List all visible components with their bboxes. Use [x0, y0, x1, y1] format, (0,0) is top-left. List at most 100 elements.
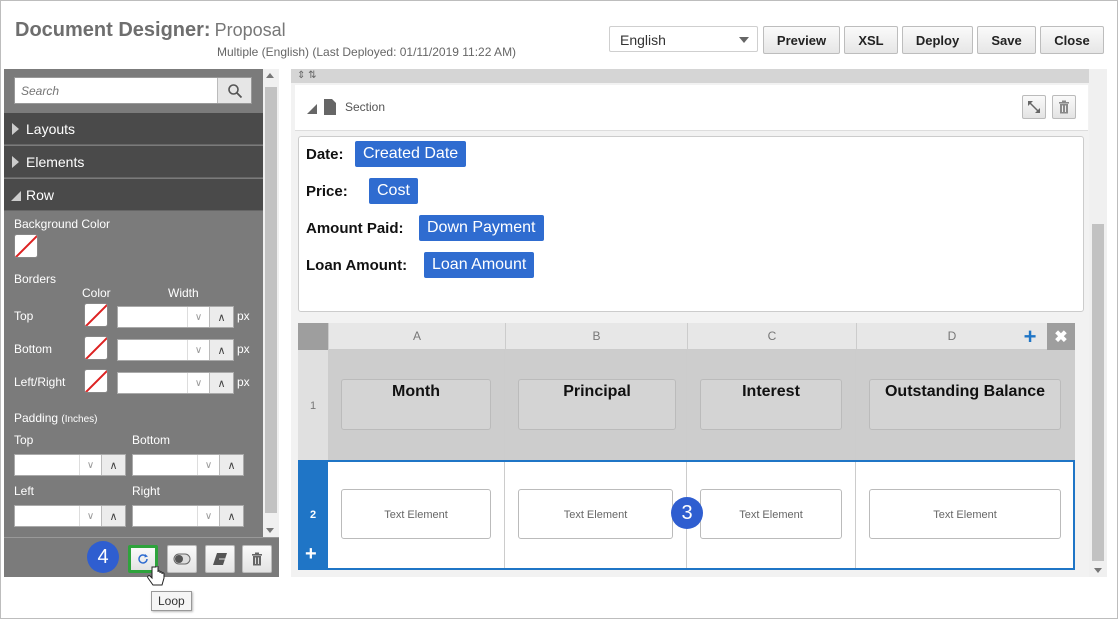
trash-icon: [1059, 100, 1069, 114]
header-cell[interactable]: Outstanding Balance: [869, 379, 1061, 430]
chevron-down-icon[interactable]: ∨: [187, 340, 209, 360]
trash-icon: [252, 552, 262, 566]
resize-section-button[interactable]: [1022, 95, 1046, 119]
border-leftright-width-stepper[interactable]: ∨ ∧: [117, 372, 234, 394]
canvas-scrollbar[interactable]: [1089, 69, 1107, 577]
caret-right-icon: [12, 123, 19, 135]
chevron-up-icon[interactable]: ∧: [101, 506, 125, 526]
background-color-swatch[interactable]: [14, 234, 38, 258]
padding-right-stepper[interactable]: ∨ ∧: [132, 505, 244, 527]
text-element-cell[interactable]: Text Element: [869, 489, 1061, 539]
delete-row-button[interactable]: [242, 545, 272, 573]
search-icon: [227, 83, 242, 98]
preview-button[interactable]: Preview: [763, 26, 840, 54]
text-element-cell[interactable]: Text Element: [518, 489, 673, 539]
canvas-top-bar: ⇕ ⇅: [291, 69, 1089, 83]
border-leftright-label: Left/Right: [14, 375, 66, 389]
padding-unit: (Inches): [61, 414, 98, 425]
text-element-cell[interactable]: Text Element: [341, 489, 491, 539]
search-input[interactable]: [15, 78, 215, 103]
loop-icon: [138, 554, 148, 564]
field-label: Amount Paid:: [306, 220, 404, 237]
chevron-down-icon: [739, 37, 749, 43]
chevron-up-icon[interactable]: ∧: [209, 373, 233, 393]
field-chip[interactable]: Created Date: [355, 141, 467, 167]
accordion-elements[interactable]: Elements: [4, 146, 263, 178]
chevron-down-icon[interactable]: ∨: [79, 506, 101, 526]
step-4-callout: 4: [87, 541, 119, 573]
scroll-down-icon[interactable]: [1094, 568, 1102, 573]
chevron-down-icon[interactable]: ∨: [79, 455, 101, 475]
field-label: Date:: [306, 146, 344, 163]
chevron-down-icon[interactable]: ∨: [197, 506, 219, 526]
delete-column-button[interactable]: ✖: [1047, 323, 1075, 350]
accordion-layouts[interactable]: Layouts: [4, 113, 263, 145]
border-bottom-color-swatch[interactable]: [84, 336, 108, 360]
clear-button[interactable]: [205, 545, 235, 573]
chevron-up-icon[interactable]: ∧: [101, 455, 125, 475]
close-button[interactable]: Close: [1040, 26, 1104, 54]
delete-section-button[interactable]: [1052, 95, 1076, 119]
border-top-color-swatch[interactable]: [84, 303, 108, 327]
add-row-icon[interactable]: +: [305, 544, 317, 564]
border-top-label: Top: [14, 309, 34, 323]
field-chip[interactable]: Cost: [369, 178, 418, 204]
add-column-icon[interactable]: +: [1021, 326, 1039, 348]
column-header-d[interactable]: D: [856, 323, 1047, 350]
field-label: Price:: [306, 183, 348, 200]
text-element-cell[interactable]: Text Element: [700, 489, 842, 539]
chevron-up-icon[interactable]: ∧: [209, 307, 233, 327]
section-header: [295, 85, 1088, 131]
accordion-row[interactable]: Row: [4, 179, 263, 211]
field-chip[interactable]: Down Payment: [419, 215, 544, 241]
table-corner: [298, 323, 328, 350]
column-header-b[interactable]: B: [505, 323, 687, 350]
scroll-up-icon[interactable]: [266, 73, 274, 78]
padding-left-stepper[interactable]: ∨ ∧: [14, 505, 126, 527]
column-header-a[interactable]: A: [328, 323, 505, 350]
border-width-label: Width: [168, 286, 199, 300]
chevron-down-icon[interactable]: ∨: [187, 307, 209, 327]
chevron-up-icon[interactable]: ∧: [209, 340, 233, 360]
sidebar-scrollbar[interactable]: [263, 69, 279, 537]
search-button[interactable]: [217, 78, 251, 103]
row-number-1[interactable]: 1: [298, 350, 328, 461]
scrollbar-thumb[interactable]: [1092, 224, 1104, 561]
scrollbar-thumb[interactable]: [265, 87, 277, 513]
scroll-down-icon[interactable]: [266, 528, 274, 533]
properties-panel: Layouts Elements Row Background Color Bo…: [4, 69, 263, 577]
chevron-down-icon[interactable]: ∨: [187, 373, 209, 393]
language-select[interactable]: English: [609, 26, 758, 52]
padding-label: Padding (Inches): [14, 411, 98, 425]
column-header-c[interactable]: C: [687, 323, 856, 350]
section-icon: [307, 99, 336, 115]
border-top-width-stepper[interactable]: ∨ ∧: [117, 306, 234, 328]
chevron-up-icon[interactable]: ∧: [219, 506, 243, 526]
background-color-label: Background Color: [14, 217, 111, 231]
language-value: English: [620, 32, 666, 48]
padding-top-stepper[interactable]: ∨ ∧: [14, 454, 126, 476]
toggle-button[interactable]: [167, 545, 197, 573]
page-title: Document Designer: Proposal: [15, 19, 286, 42]
border-bottom-width-stepper[interactable]: ∨ ∧: [117, 339, 234, 361]
border-leftright-color-swatch[interactable]: [84, 369, 108, 393]
padding-right-label: Right: [132, 484, 161, 498]
step-3-callout: 3: [671, 497, 703, 529]
caret-open-icon: [11, 191, 21, 201]
expand-collapse-icon[interactable]: ⇕ ⇅: [297, 70, 317, 81]
xsl-button[interactable]: XSL: [844, 26, 898, 54]
row-number-text: 2: [309, 509, 317, 521]
column-divider: [504, 350, 505, 461]
header-cell[interactable]: Interest: [700, 379, 842, 430]
field-chip[interactable]: Loan Amount: [424, 252, 535, 278]
chevron-up-icon[interactable]: ∧: [219, 455, 243, 475]
hand-cursor-icon: [147, 566, 165, 586]
padding-bottom-stepper[interactable]: ∨ ∧: [132, 454, 244, 476]
header-cell[interactable]: Month: [341, 379, 491, 430]
column-divider: [855, 350, 856, 461]
deploy-button[interactable]: Deploy: [902, 26, 973, 54]
save-button[interactable]: Save: [977, 26, 1036, 54]
header-cell[interactable]: Principal: [518, 379, 676, 430]
chevron-down-icon[interactable]: ∨: [197, 455, 219, 475]
deploy-info: Multiple (English) (Last Deployed: 01/11…: [217, 45, 517, 59]
